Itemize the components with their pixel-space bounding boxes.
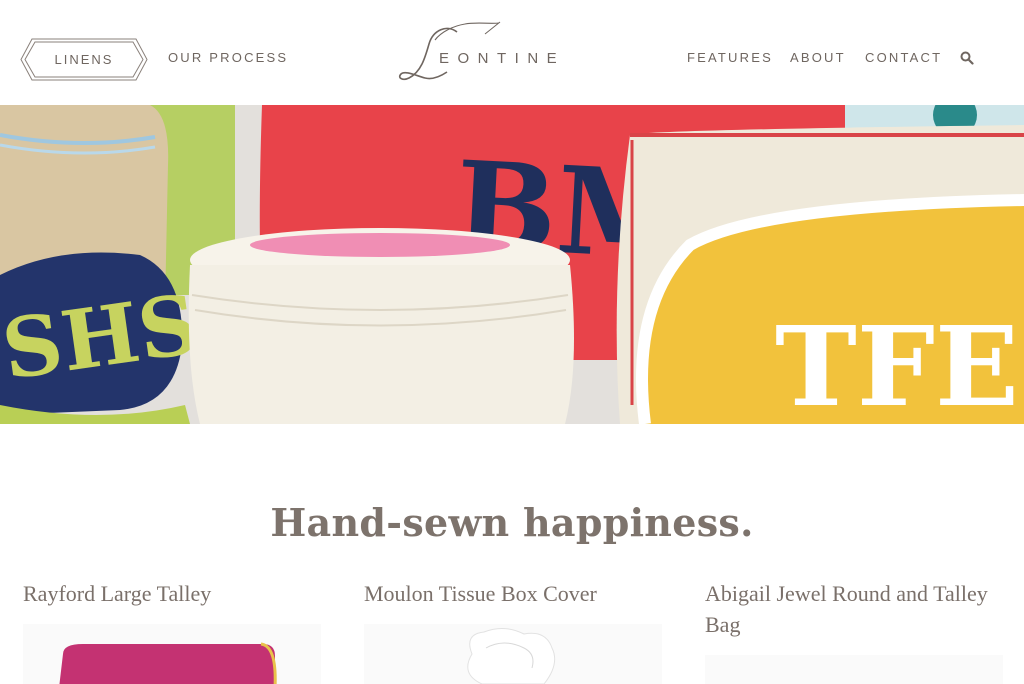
svg-text:TFE: TFE — [775, 302, 1019, 424]
nav-contact[interactable]: CONTACT — [865, 50, 942, 65]
hero-image: BMI TFE SHS — [0, 105, 1024, 424]
logo-wordmark: EONTINE — [439, 50, 566, 67]
product-card[interactable]: Rayford Large Talley — [23, 578, 321, 609]
site-header: LINENS OUR PROCESS EONTINE FEATURES ABOU… — [0, 0, 1024, 105]
product-image[interactable] — [364, 624, 662, 684]
product-title[interactable]: Rayford Large Talley — [23, 578, 321, 609]
product-card[interactable]: Abigail Jewel Round and Talley Bag — [705, 578, 1003, 640]
linens-label: LINENS — [54, 52, 114, 67]
product-card[interactable]: Moulon Tissue Box Cover — [364, 578, 662, 609]
product-image[interactable] — [23, 624, 321, 684]
leontine-logo[interactable]: EONTINE — [395, 20, 575, 84]
linens-button[interactable]: LINENS — [20, 38, 148, 81]
nav-features[interactable]: FEATURES — [687, 50, 773, 65]
product-title[interactable]: Abigail Jewel Round and Talley Bag — [705, 578, 1003, 640]
product-image[interactable] — [705, 655, 1003, 684]
nav-our-process[interactable]: OUR PROCESS — [168, 50, 288, 65]
product-title[interactable]: Moulon Tissue Box Cover — [364, 578, 662, 609]
nav-about[interactable]: ABOUT — [790, 50, 846, 65]
page-headline: Hand-sewn happiness. — [270, 500, 754, 545]
search-icon[interactable] — [960, 51, 974, 65]
